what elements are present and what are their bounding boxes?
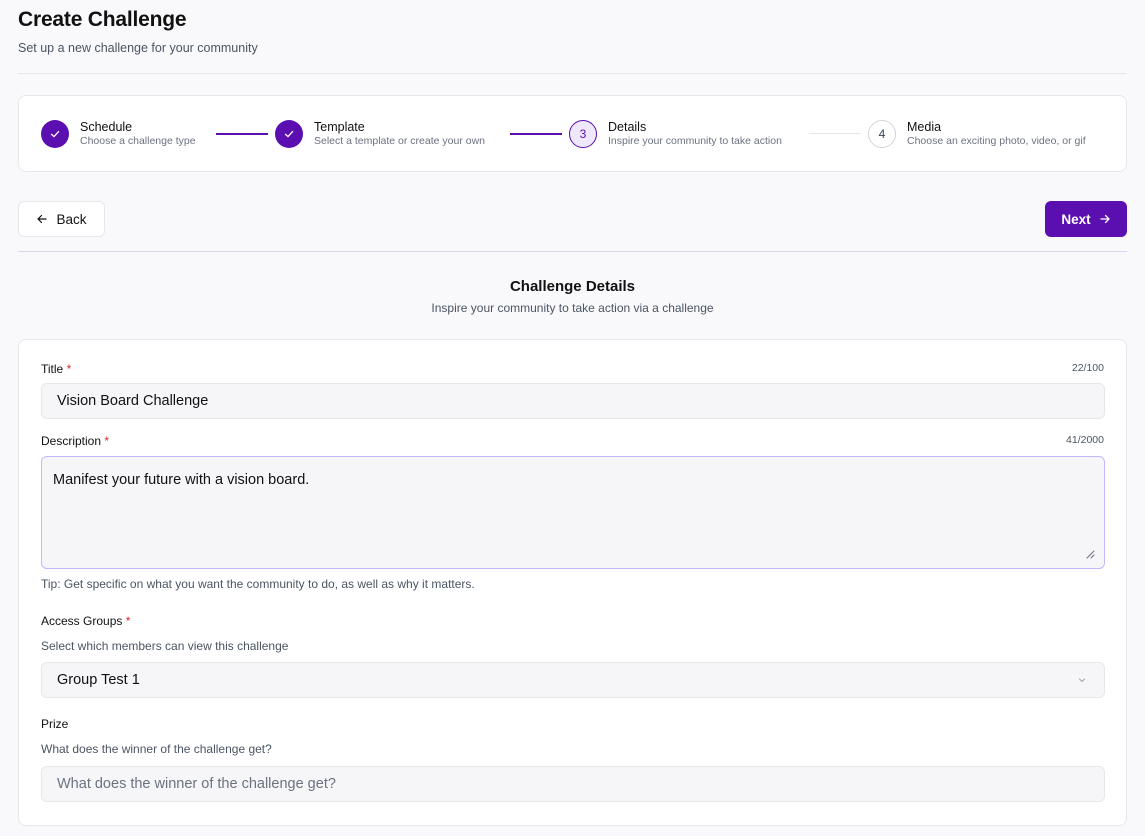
section-subtitle: Inspire your community to take action vi… <box>431 301 714 315</box>
page-title: Create Challenge <box>18 8 187 31</box>
description-value: Manifest your future with a vision board… <box>53 472 310 488</box>
back-label: Back <box>56 211 87 227</box>
next-label: Next <box>1061 211 1091 227</box>
arrow-left-icon <box>37 214 48 224</box>
description-label: Description * <box>41 434 109 448</box>
step-description: Choose a challenge type <box>80 135 196 148</box>
step-connector <box>216 133 268 135</box>
resize-handle-icon[interactable] <box>1086 550 1095 559</box>
step-title: Template <box>314 119 365 134</box>
progress-stepper: Schedule Choose a challenge type Templat… <box>18 95 1127 172</box>
description-tip: Tip: Get specific on what you want the c… <box>41 577 475 591</box>
check-icon <box>275 120 303 148</box>
nav-divider <box>18 251 1127 252</box>
required-mark: * <box>125 614 131 628</box>
step-number: 3 <box>569 120 597 148</box>
step-description: Choose an exciting photo, video, or gif <box>907 135 1086 148</box>
prize-label: Prize <box>41 717 69 731</box>
prize-input[interactable]: What does the winner of the challenge ge… <box>41 766 1105 802</box>
check-icon <box>41 120 69 148</box>
step-number: 4 <box>868 120 896 148</box>
access-groups-label-text: Access Groups <box>41 614 123 628</box>
description-label-text: Description <box>41 434 102 448</box>
page-subtitle: Set up a new challenge for your communit… <box>18 41 258 55</box>
challenge-details-form: Title * 22/100 Vision Board Challenge De… <box>18 339 1127 826</box>
section-header: Challenge Details Inspire your community… <box>0 278 1145 315</box>
chevron-down-icon <box>1079 678 1085 682</box>
step-details[interactable]: 3 Details Inspire your community to take… <box>569 118 782 150</box>
step-title: Media <box>907 119 942 134</box>
step-title: Schedule <box>80 119 133 134</box>
prize-helper: What does the winner of the challenge ge… <box>41 742 272 756</box>
step-description: Inspire your community to take action <box>608 135 782 148</box>
step-schedule[interactable]: Schedule Choose a challenge type <box>41 118 196 150</box>
access-groups-helper: Select which members can view this chall… <box>41 639 289 653</box>
description-textarea[interactable]: Manifest your future with a vision board… <box>41 456 1105 569</box>
step-connector <box>510 133 562 135</box>
title-label-text: Title <box>41 362 64 376</box>
title-input[interactable]: Vision Board Challenge <box>41 383 1105 419</box>
step-description: Select a template or create your own <box>314 135 486 148</box>
page-header: Create Challenge Set up a new challenge … <box>18 8 258 55</box>
required-mark: * <box>66 362 72 376</box>
back-button[interactable]: Back <box>18 201 105 237</box>
access-groups-label: Access Groups * <box>41 614 130 628</box>
arrow-right-icon <box>1099 214 1110 224</box>
required-mark: * <box>104 434 110 448</box>
step-title: Details <box>608 119 647 134</box>
title-counter: 22/100 <box>1071 362 1104 374</box>
access-groups-select[interactable]: Group Test 1 <box>41 662 1105 698</box>
next-button[interactable]: Next <box>1045 201 1127 237</box>
step-connector <box>809 133 861 134</box>
header-divider <box>18 73 1127 74</box>
section-title: Challenge Details <box>509 278 636 295</box>
step-template[interactable]: Template Select a template or create you… <box>275 118 485 150</box>
step-media[interactable]: 4 Media Choose an exciting photo, video,… <box>868 118 1086 150</box>
description-counter: 41/2000 <box>1066 434 1104 446</box>
access-groups-selected: Group Test 1 <box>57 672 140 688</box>
title-label: Title * <box>41 362 71 376</box>
